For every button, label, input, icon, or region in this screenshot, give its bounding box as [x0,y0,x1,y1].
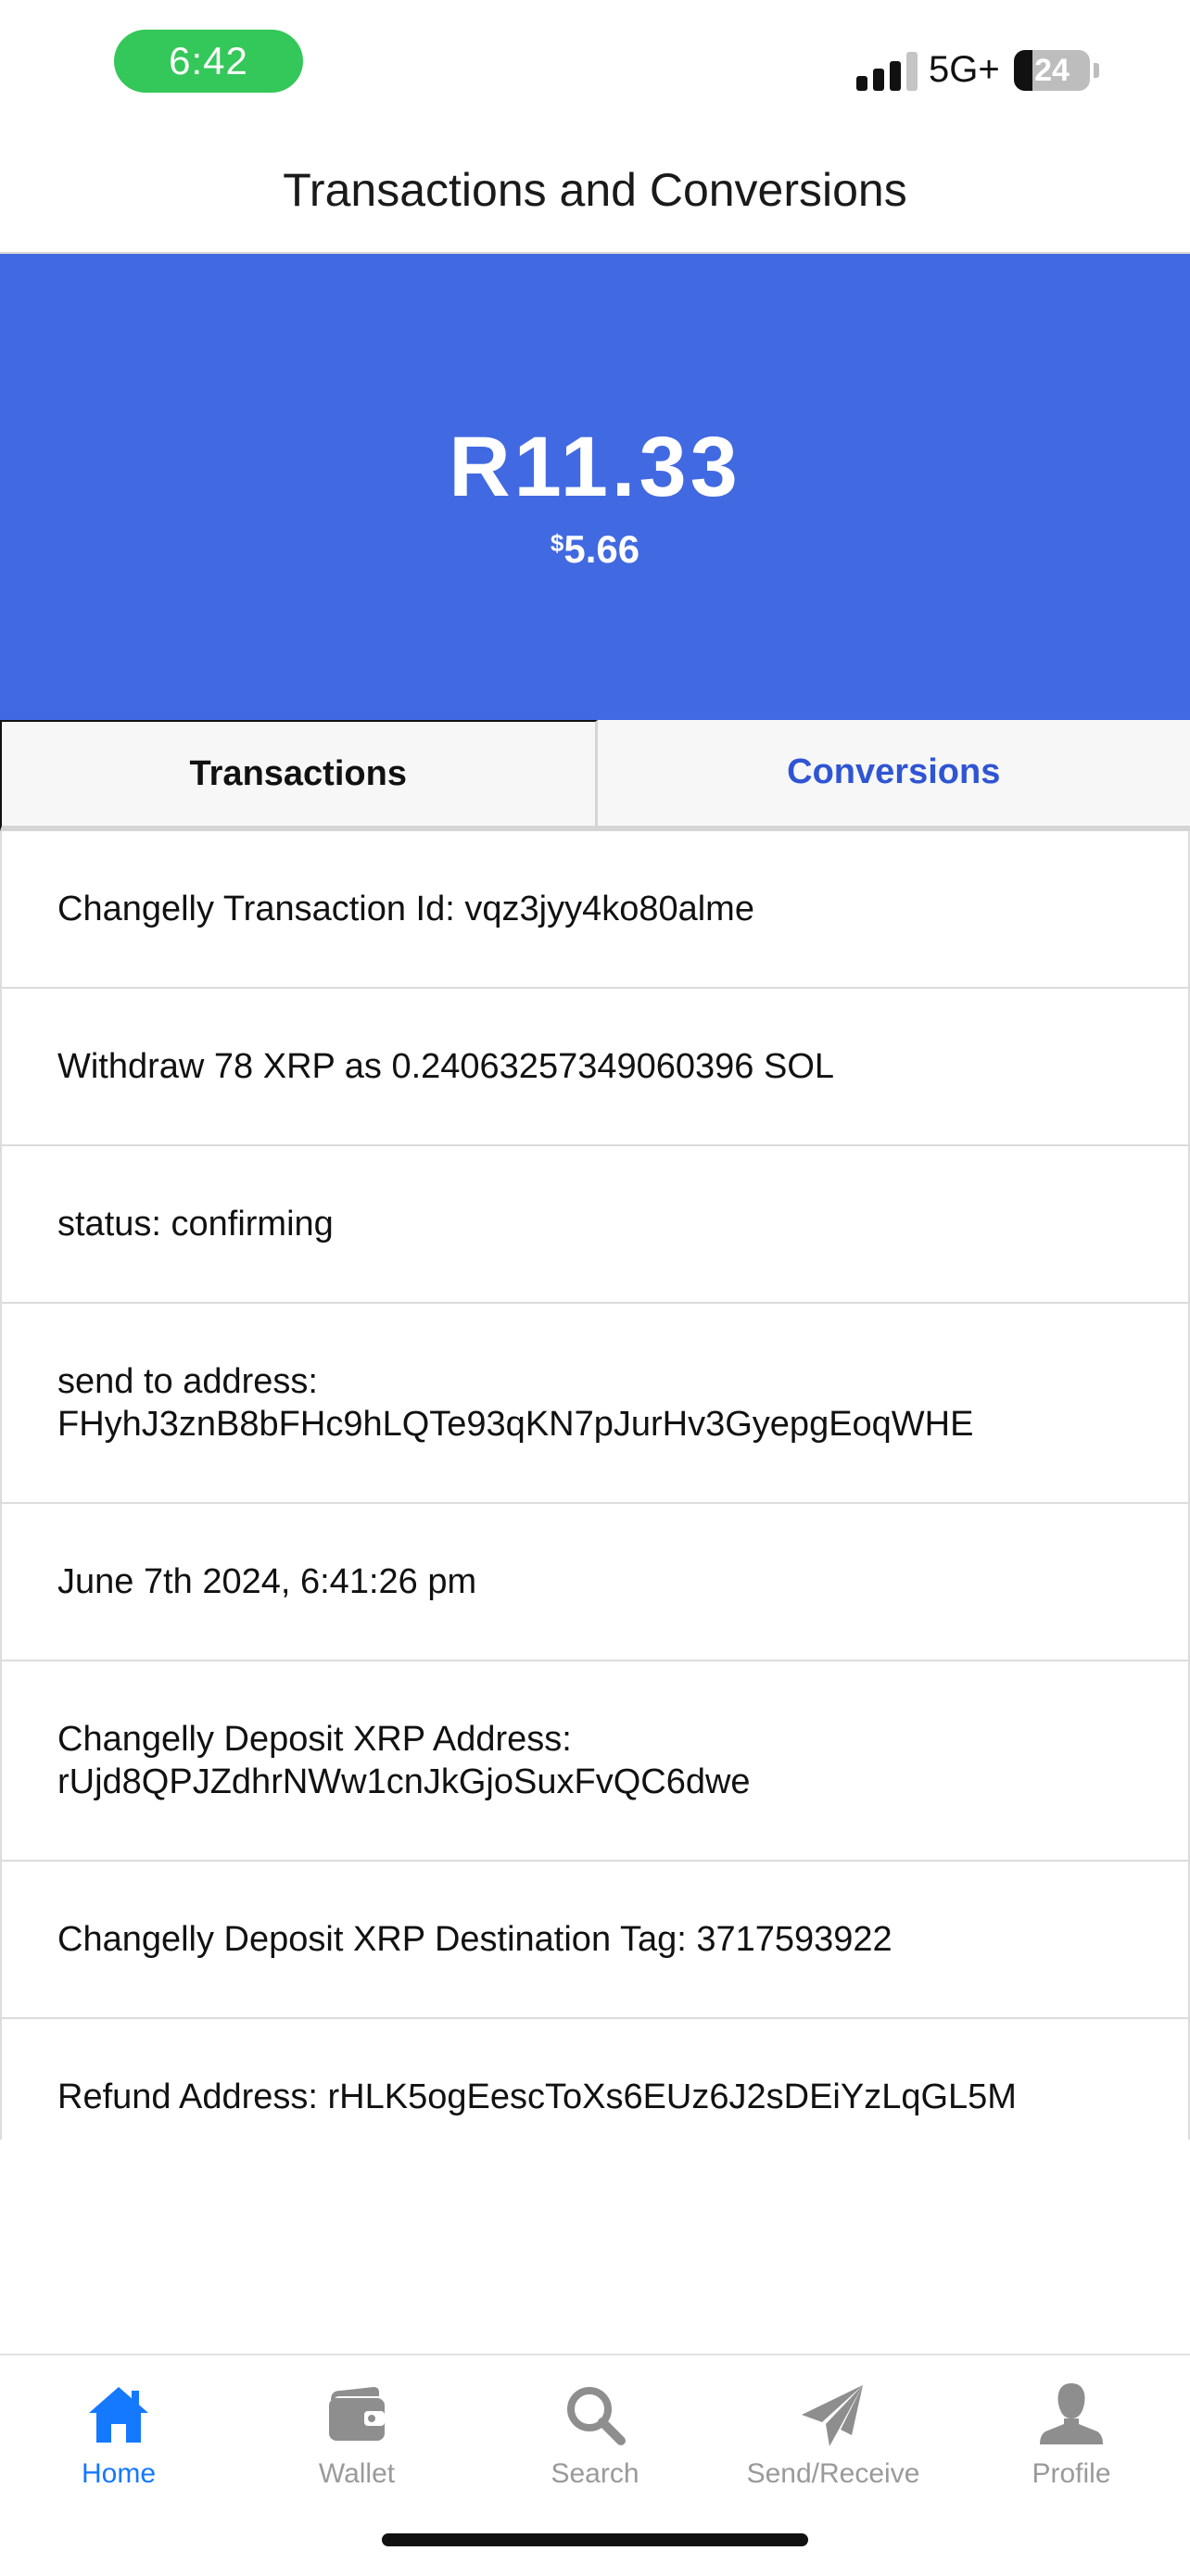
detail-send-address: send to address: FHyhJ3znB8bFHc9hLQTe93q… [0,1304,1190,1504]
battery-percent: 24 [1014,50,1090,91]
nav-home-label: Home [0,2456,237,2493]
tab-transactions[interactable]: Transactions [0,720,598,831]
detail-text: Changelly Deposit XRP Destination Tag: 3… [57,1918,892,1961]
balance-secondary: $5.66 [0,518,1190,575]
nav-search-label: Search [476,2456,714,2493]
detail-destination-tag: Changelly Deposit XRP Destination Tag: 3… [0,1862,1190,2019]
detail-timestamp: June 7th 2024, 6:41:26 pm [0,1504,1190,1661]
detail-transaction-id: Changelly Transaction Id: vqz3jyy4ko80al… [0,831,1190,989]
detail-status: status: confirming [0,1146,1190,1304]
home-indicator[interactable] [382,2533,808,2546]
network-type: 5G+ [929,44,1000,95]
person-icon [1036,2380,1107,2450]
home-icon [83,2380,154,2450]
nav-send-receive[interactable]: Send/Receive [715,2367,952,2506]
detail-text: send to address: FHyhJ3znB8bFHc9hLQTe93q… [57,1360,973,1446]
segment-tabs: Transactions Conversions [0,720,1190,831]
nav-profile-label: Profile [953,2456,1190,2493]
detail-text: June 7th 2024, 6:41:26 pm [57,1560,476,1603]
paper-plane-icon [798,2380,868,2450]
detail-refund-address: Refund Address: rHLK5ogEescToXs6EUz6J2sD… [0,2019,1190,2140]
balance-primary: R11.33 [0,416,1190,518]
nav-home[interactable]: Home [0,2367,237,2506]
detail-text: Refund Address: rHLK5ogEescToXs6EUz6J2sD… [57,2076,1017,2118]
detail-text: status: confirming [57,1203,334,1245]
conversion-details-list[interactable]: Changelly Transaction Id: vqz3jyy4ko80al… [0,831,1190,2140]
status-bar: 6:42 5G+ 24 [0,0,1190,130]
page-title: Transactions and Conversions [0,158,1190,222]
wallet-icon [322,2380,392,2450]
nav-send-receive-label: Send/Receive [715,2456,952,2493]
detail-withdraw: Withdraw 78 XRP as 0.24063257349060396 S… [0,989,1190,1146]
battery-icon: 24 [1014,50,1090,91]
balance-secondary-currency: $ [551,529,563,557]
balance-secondary-amount: 5.66 [563,527,639,571]
search-icon [560,2380,630,2450]
nav-profile[interactable]: Profile [953,2367,1190,2506]
tab-conversions[interactable]: Conversions [598,720,1190,831]
detail-text: Withdraw 78 XRP as 0.24063257349060396 S… [57,1045,834,1088]
balance-banner: R11.33 $5.66 [0,254,1190,720]
detail-text: Changelly Deposit XRP Address: rUjd8QPJZ… [57,1718,751,1803]
detail-text: Changelly Transaction Id: vqz3jyy4ko80al… [57,888,754,930]
nav-search[interactable]: Search [476,2367,714,2506]
status-time: 6:42 [114,30,303,93]
nav-wallet-label: Wallet [238,2456,475,2493]
nav-wallet[interactable]: Wallet [238,2367,475,2506]
cellular-signal-icon [856,48,918,91]
battery-tip [1094,63,1099,78]
detail-deposit-address: Changelly Deposit XRP Address: rUjd8QPJZ… [0,1661,1190,1862]
